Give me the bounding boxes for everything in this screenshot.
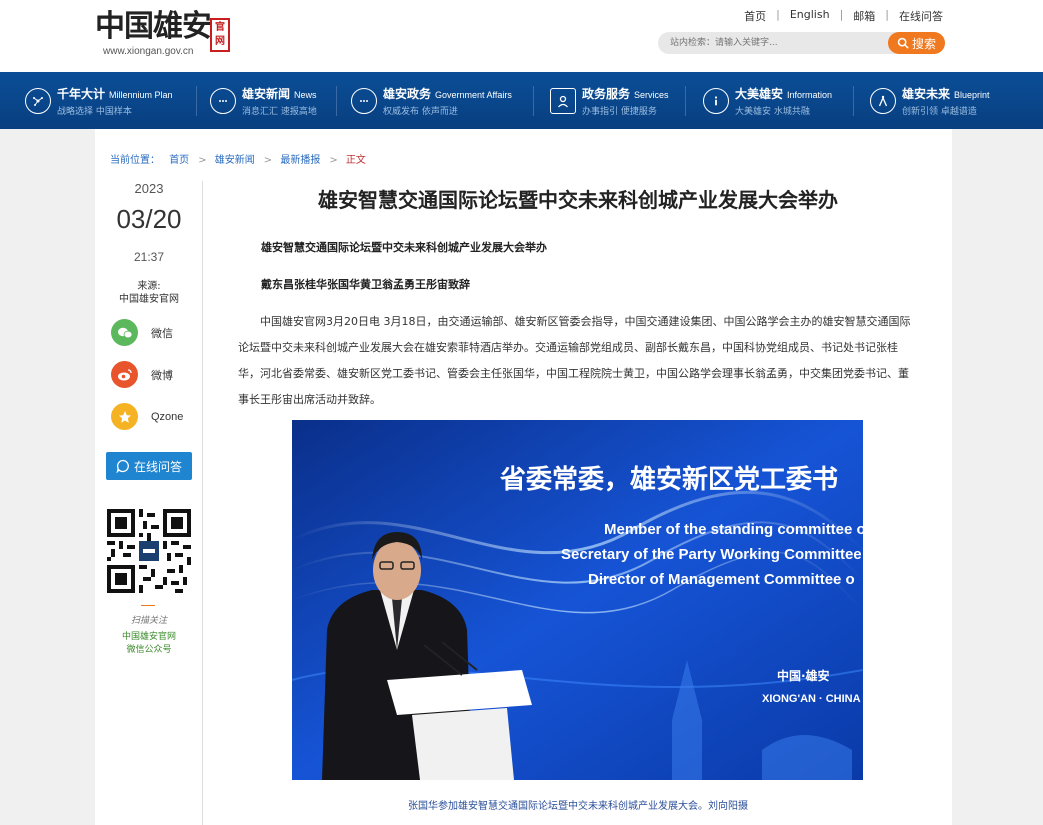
screen-line-en: Secretary of the Party Working Committee bbox=[561, 546, 862, 563]
divider: | bbox=[839, 8, 844, 21]
nav-item-blueprint[interactable]: 雄安未来 Blueprint 创新引领 卓越谱造 bbox=[870, 72, 990, 129]
divider: | bbox=[885, 8, 889, 21]
nav-divider bbox=[533, 86, 534, 116]
photo-caption: 张国华参加雄安智慧交通国际论坛暨中交未来科创城产业发展大会。刘向阳摄 bbox=[408, 801, 748, 812]
divider bbox=[141, 605, 155, 606]
info-icon bbox=[703, 87, 729, 114]
nav-divider bbox=[853, 86, 854, 116]
nav-divider bbox=[685, 86, 686, 116]
screen-line-en: Member of the standing committee o bbox=[604, 521, 863, 538]
screen-logo-cn: 中国·雄安 bbox=[777, 668, 830, 683]
article-subtitle: 雄安智慧交通国际论坛暨中交未来科创城产业发展大会举办 bbox=[261, 241, 547, 254]
nav-title: 雄安政务 bbox=[383, 86, 432, 101]
top-link-english[interactable]: English bbox=[790, 8, 830, 24]
weibo-icon bbox=[111, 361, 138, 388]
share-wechat[interactable]: 微信 bbox=[111, 319, 173, 346]
logo-seal: 官网 bbox=[210, 18, 230, 52]
search-button-label: 搜索 bbox=[911, 36, 936, 51]
qr-code bbox=[107, 509, 191, 593]
nav-sub: 消息汇汇 速报高地 bbox=[242, 106, 317, 117]
chat-icon bbox=[210, 87, 236, 114]
nav-item-services[interactable]: 政务服务 Services 办事指引 便捷服务 bbox=[550, 72, 669, 129]
share-label: Qzone bbox=[151, 410, 184, 423]
breadcrumb: 当前位置： 首页 > 雄安新闻 > 最新播报 > 正文 bbox=[110, 155, 366, 166]
breadcrumb-latest[interactable]: 最新播报 bbox=[280, 155, 320, 166]
nav-title-en: Government Affairs bbox=[435, 89, 512, 100]
nav-title-en: News bbox=[294, 89, 317, 100]
nav-title-en: Millennium Plan bbox=[109, 89, 173, 100]
article-title: 雄安智慧交通国际论坛暨中交未来科创城产业发展大会举办 bbox=[318, 188, 838, 212]
nav-divider bbox=[196, 86, 197, 116]
qa-button-label: 在线问答 bbox=[133, 459, 182, 474]
top-links: 首页 | English | 邮箱 | 在线问答 bbox=[744, 8, 943, 24]
top-link-mail[interactable]: 邮箱 bbox=[853, 8, 875, 24]
search-button[interactable]: 搜索 bbox=[888, 32, 945, 54]
nav-sub: 办事指引 便捷服务 bbox=[582, 106, 657, 117]
chat-bubble-icon bbox=[116, 459, 129, 473]
site-logo[interactable]: 中国雄安 www.xiongan.gov.cn bbox=[95, 9, 212, 58]
share-qzone[interactable]: Qzone bbox=[111, 403, 183, 430]
nav-item-news[interactable]: 雄安新闻 News 消息汇汇 速报高地 bbox=[210, 72, 317, 129]
wechat-icon bbox=[111, 319, 138, 346]
article-body: 中国雄安官网3月20日电 3月18日，由交通运输部、雄安新区管委会指导，中国交通… bbox=[238, 315, 911, 406]
share-label: 微信 bbox=[151, 326, 173, 340]
nav-title: 千年大计 bbox=[57, 86, 106, 101]
qr-caption-name: 中国雄安官网 bbox=[121, 632, 176, 642]
top-link-qa[interactable]: 在线问答 bbox=[899, 8, 943, 24]
divider: | bbox=[776, 8, 780, 21]
publish-year: 2023 bbox=[134, 181, 164, 196]
person-icon bbox=[550, 87, 576, 114]
nav-item-information[interactable]: 大美雄安 Information 大美雄安 水城共融 bbox=[703, 72, 832, 129]
nav-sub: 战略选择 中国样本 bbox=[57, 106, 132, 117]
screen-title-cn: 省委常委，雄安新区党工委书 bbox=[499, 464, 838, 495]
logo-url: www.xiongan.gov.cn bbox=[103, 46, 194, 57]
nav-sub: 大美雄安 水城共融 bbox=[735, 106, 810, 117]
article-speakers: 戴东昌张桂华张国华黄卫翁孟勇王彤宙致辞 bbox=[261, 278, 470, 291]
content-panel: 当前位置： 首页 > 雄安新闻 > 最新播报 > 正文 2023 03/20 21:3… bbox=[95, 129, 952, 825]
nav-sub: 权威发布 依声而进 bbox=[383, 106, 458, 117]
nav-title: 雄安新闻 bbox=[242, 86, 291, 101]
nav-title: 雄安未来 bbox=[902, 86, 951, 101]
main-nav: 千年大计 Millennium Plan 战略选择 中国样本 雄安新闻 News 消息汇… bbox=[0, 72, 1043, 129]
qr-caption-type: 微信公众号 bbox=[126, 645, 172, 655]
breadcrumb-current: 正文 bbox=[345, 155, 366, 166]
top-link-home[interactable]: 首页 bbox=[744, 8, 766, 24]
publish-time: 21:37 bbox=[133, 250, 165, 264]
screen-line-en: Director of Management Committee o bbox=[588, 571, 855, 588]
nav-title-en: Services bbox=[634, 89, 669, 100]
compass-icon bbox=[870, 87, 896, 114]
qr-caption-scan: 扫描关注 bbox=[130, 616, 167, 626]
event-photo: 省委常委，雄安新区党工委书 Member of the standing com… bbox=[292, 420, 863, 780]
search-box: 搜索 bbox=[658, 32, 945, 54]
nav-item-government-affairs[interactable]: 雄安政务 Government Affairs 权威发布 依声而进 bbox=[351, 72, 512, 129]
nav-sub: 创新引领 卓越谱造 bbox=[902, 106, 977, 117]
online-qa-button[interactable]: 在线问答 bbox=[106, 452, 192, 480]
site-header: 中国雄安 www.xiongan.gov.cn 官网 首页 | English … bbox=[0, 0, 1043, 72]
logo-text: 中国雄安 bbox=[95, 9, 212, 44]
search-input[interactable] bbox=[670, 35, 880, 51]
article-photo: 省委常委，雄安新区党工委书 Member of the standing com… bbox=[292, 420, 863, 780]
network-icon bbox=[25, 87, 51, 114]
publish-date: 03/20 bbox=[116, 204, 182, 234]
breadcrumb-label: 当前位置： bbox=[110, 155, 160, 166]
nav-title-en: Information bbox=[787, 89, 833, 100]
screen-logo-en: XIONG'AN · CHINA bbox=[762, 693, 861, 705]
breadcrumb-news[interactable]: 雄安新闻 bbox=[215, 155, 255, 166]
message-icon bbox=[351, 87, 377, 114]
nav-title: 大美雄安 bbox=[735, 86, 784, 101]
nav-divider bbox=[336, 86, 337, 116]
nav-title: 政务服务 bbox=[582, 86, 631, 101]
nav-item-millennium-plan[interactable]: 千年大计 Millennium Plan 战略选择 中国样本 bbox=[25, 72, 173, 129]
search-icon bbox=[897, 37, 909, 49]
nav-title-en: Blueprint bbox=[954, 89, 990, 100]
share-label: 微博 bbox=[151, 368, 173, 382]
source-value: 中国雄安官网 bbox=[119, 294, 179, 305]
share-weibo[interactable]: 微博 bbox=[111, 361, 173, 388]
breadcrumb-home[interactable]: 首页 bbox=[169, 155, 189, 166]
qzone-icon bbox=[111, 403, 138, 430]
